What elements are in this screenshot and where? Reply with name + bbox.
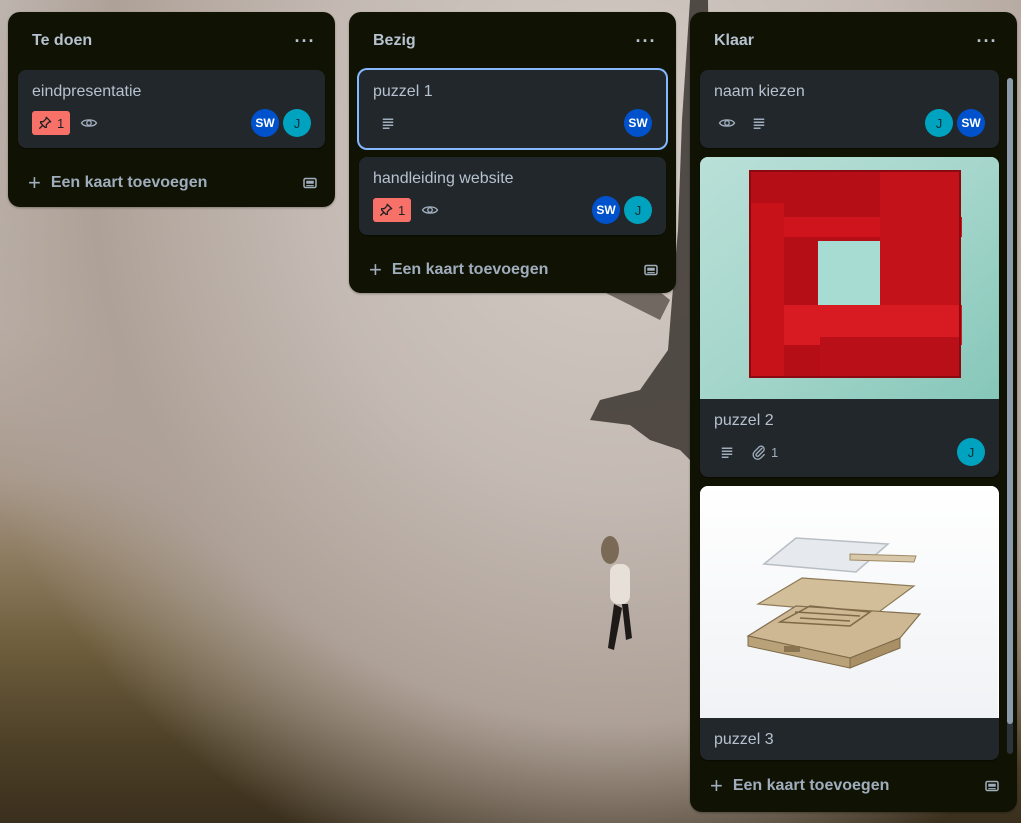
add-card-label: Een kaart toevoegen [391, 261, 549, 278]
pin-icon [39, 116, 52, 129]
list-menu-button[interactable]: ··· [289, 25, 321, 57]
avatar[interactable]: SW [592, 196, 620, 224]
card-title: puzzel 3 [714, 731, 774, 748]
card-title: naam kiezen [714, 83, 805, 100]
card-members: J SW [925, 109, 985, 137]
plus-icon: + [28, 170, 41, 195]
card-members: SW J [592, 196, 652, 224]
scrollbar-thumb[interactable] [1007, 78, 1013, 724]
list-title[interactable]: Klaar [714, 32, 754, 50]
card-template-icon[interactable] [642, 261, 660, 279]
card-title: puzzel 1 [373, 83, 433, 100]
due-date-badge[interactable]: 1 [373, 198, 412, 222]
card-title: eindpresentatie [32, 83, 142, 100]
add-card-row: + Een kaart toevoegen [690, 760, 1017, 812]
description-icon [718, 440, 736, 464]
card-template-icon[interactable] [301, 174, 319, 192]
avatar[interactable]: SW [251, 109, 279, 137]
paperclip-icon [752, 445, 765, 460]
add-card-label: Een kaart toevoegen [732, 777, 890, 794]
add-card-button[interactable]: + Een kaart toevoegen [369, 257, 549, 282]
card-title: handleiding website [373, 170, 514, 187]
eye-icon [421, 198, 439, 222]
card-puzzel-1[interactable]: puzzel 1 SW [359, 70, 666, 148]
avatar[interactable]: SW [624, 109, 652, 137]
eye-icon [718, 111, 736, 135]
plus-icon: + [369, 257, 382, 282]
red-puzzle-image [700, 157, 998, 399]
wooden-box-image [700, 486, 998, 718]
card-members: SW [624, 109, 652, 137]
add-card-label: Een kaart toevoegen [50, 174, 208, 191]
card-handleiding-website[interactable]: handleiding website 1 SW J [359, 157, 666, 235]
description-icon [750, 111, 768, 135]
card-members: J [957, 438, 985, 466]
card-scroll-area[interactable]: naam kiezen J SW puzzel 2 1 J puzzel 3 [690, 70, 1017, 764]
list-menu-button[interactable]: ··· [630, 25, 662, 57]
card-title: puzzel 2 [714, 412, 774, 429]
avatar[interactable]: SW [957, 109, 985, 137]
add-card-row: + Een kaart toevoegen [8, 157, 335, 209]
list-header: Klaar ··· [690, 12, 1017, 70]
list-klaar: Klaar ··· naam kiezen J SW puzzel 2 1 J … [690, 12, 1017, 812]
card-puzzel-3[interactable]: puzzel 3 [700, 486, 999, 760]
due-date-badge[interactable]: 1 [32, 111, 71, 135]
list-bezig: Bezig ··· puzzel 1 SW handleiding websit… [349, 12, 676, 293]
add-card-row: + Een kaart toevoegen [349, 244, 676, 296]
add-card-button[interactable]: + Een kaart toevoegen [710, 773, 890, 798]
add-card-button[interactable]: + Een kaart toevoegen [28, 170, 208, 195]
list-title[interactable]: Bezig [373, 32, 416, 50]
avatar[interactable]: J [624, 196, 652, 224]
list-title[interactable]: Te doen [32, 32, 92, 50]
avatar[interactable]: J [925, 109, 953, 137]
due-count: 1 [57, 115, 65, 131]
background-person [601, 536, 632, 650]
plus-icon: + [710, 773, 723, 798]
card-naam-kiezen[interactable]: naam kiezen J SW [700, 70, 999, 148]
card-puzzel-2[interactable]: puzzel 2 1 J [700, 157, 999, 477]
card-cover-image [700, 157, 999, 399]
attachment-badge: 1 [750, 440, 778, 464]
description-icon [379, 111, 397, 135]
card-cover-image [700, 486, 999, 718]
list-menu-button[interactable]: ··· [971, 25, 1003, 57]
list-header: Te doen ··· [8, 12, 335, 70]
due-count: 1 [398, 202, 406, 218]
avatar[interactable]: J [283, 109, 311, 137]
list-header: Bezig ··· [349, 12, 676, 70]
card-members: SW J [251, 109, 311, 137]
pin-icon [380, 203, 393, 216]
avatar[interactable]: J [957, 438, 985, 466]
card-template-icon[interactable] [983, 777, 1001, 795]
attachment-count: 1 [771, 444, 779, 460]
list-te-doen: Te doen ··· eindpresentatie 1 SW J + Een… [8, 12, 335, 207]
card-eindpresentatie[interactable]: eindpresentatie 1 SW J [18, 70, 325, 148]
eye-icon [80, 111, 98, 135]
